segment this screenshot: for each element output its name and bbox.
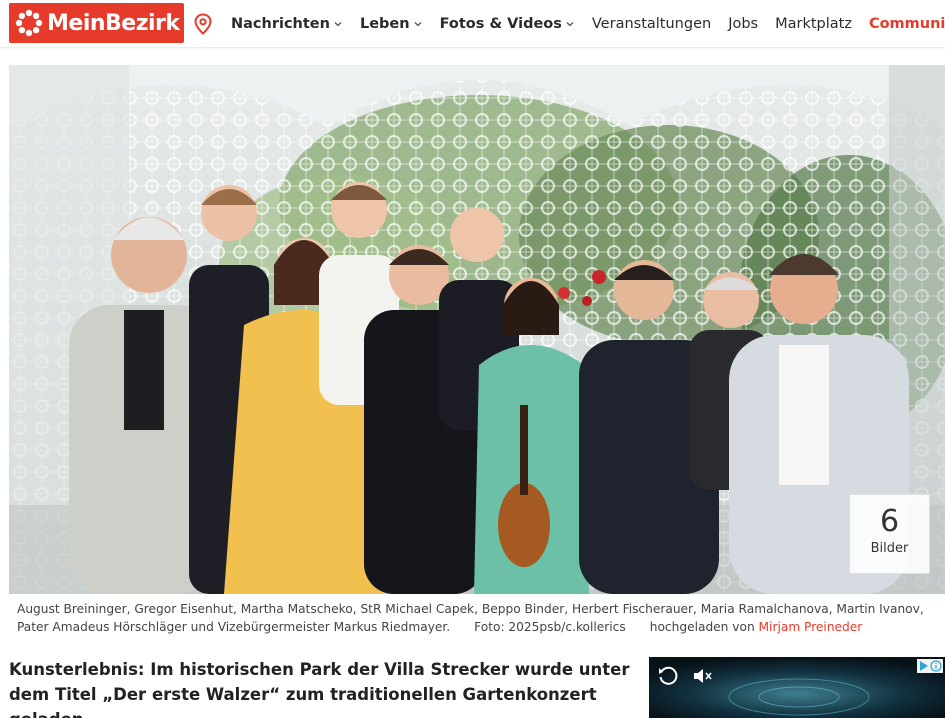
gallery-counter[interactable]: 6 Bilder — [849, 494, 930, 574]
chevron-down-icon — [414, 22, 422, 27]
site-logo[interactable]: MeinBezirk — [9, 3, 184, 43]
speaker-muted-icon[interactable] — [691, 665, 713, 687]
map-pin-icon[interactable] — [193, 13, 213, 35]
photo-caption: August Breininger, Gregor Eisenhut, Mart… — [17, 600, 932, 636]
gallery-count: 6 — [879, 504, 900, 539]
article-lead: Kunsterlebnis: Im historischen Park der … — [9, 660, 630, 718]
nav-item-community[interactable]: Community — [869, 16, 945, 32]
adchoices-icon[interactable] — [917, 659, 943, 673]
nav-item-label: Veranstaltungen — [591, 16, 712, 32]
nav-item-label: Jobs — [728, 16, 759, 32]
uploaded-by-label: hochgeladen von — [649, 620, 755, 634]
nav-item-label: Community — [868, 16, 945, 32]
nav-item-veranstaltungen[interactable]: Veranstaltungen — [592, 16, 711, 32]
nav-item-label: Leben — [359, 16, 410, 32]
group-photo-image — [9, 65, 945, 594]
video-ad[interactable] — [649, 657, 945, 718]
nav-item-label: Fotos & Videos — [439, 16, 562, 32]
nav-item-marktplatz[interactable]: Marktplatz — [775, 16, 852, 32]
main-nav: Nachrichten Leben Fotos & Videos Veranstalt… — [231, 0, 945, 48]
nav-item-nachrichten[interactable]: Nachrichten — [231, 16, 343, 32]
nav-item-label: Nachrichten — [231, 16, 330, 32]
replay-icon[interactable] — [657, 665, 679, 687]
logo-text: MeinBezirk — [47, 10, 180, 36]
uploader-link[interactable]: Mirjam Preineder — [759, 620, 863, 634]
nav-item-fotos-videos[interactable]: Fotos & Videos — [440, 16, 575, 32]
photo-credit: Foto: 2025psb/c.kollerics — [474, 620, 626, 634]
nav-item-label: Marktplatz — [775, 16, 852, 32]
site-header: MeinBezirk Nachrichten Leben Fotos & Video… — [0, 0, 945, 48]
chevron-down-icon — [334, 22, 342, 27]
chevron-down-icon — [566, 22, 574, 27]
nav-item-leben[interactable]: Leben — [360, 16, 423, 32]
nav-item-jobs[interactable]: Jobs — [728, 16, 758, 32]
logo-flower-icon — [15, 9, 43, 37]
article-photo[interactable]: 6 Bilder — [9, 65, 945, 594]
gallery-count-label: Bilder — [870, 541, 909, 556]
